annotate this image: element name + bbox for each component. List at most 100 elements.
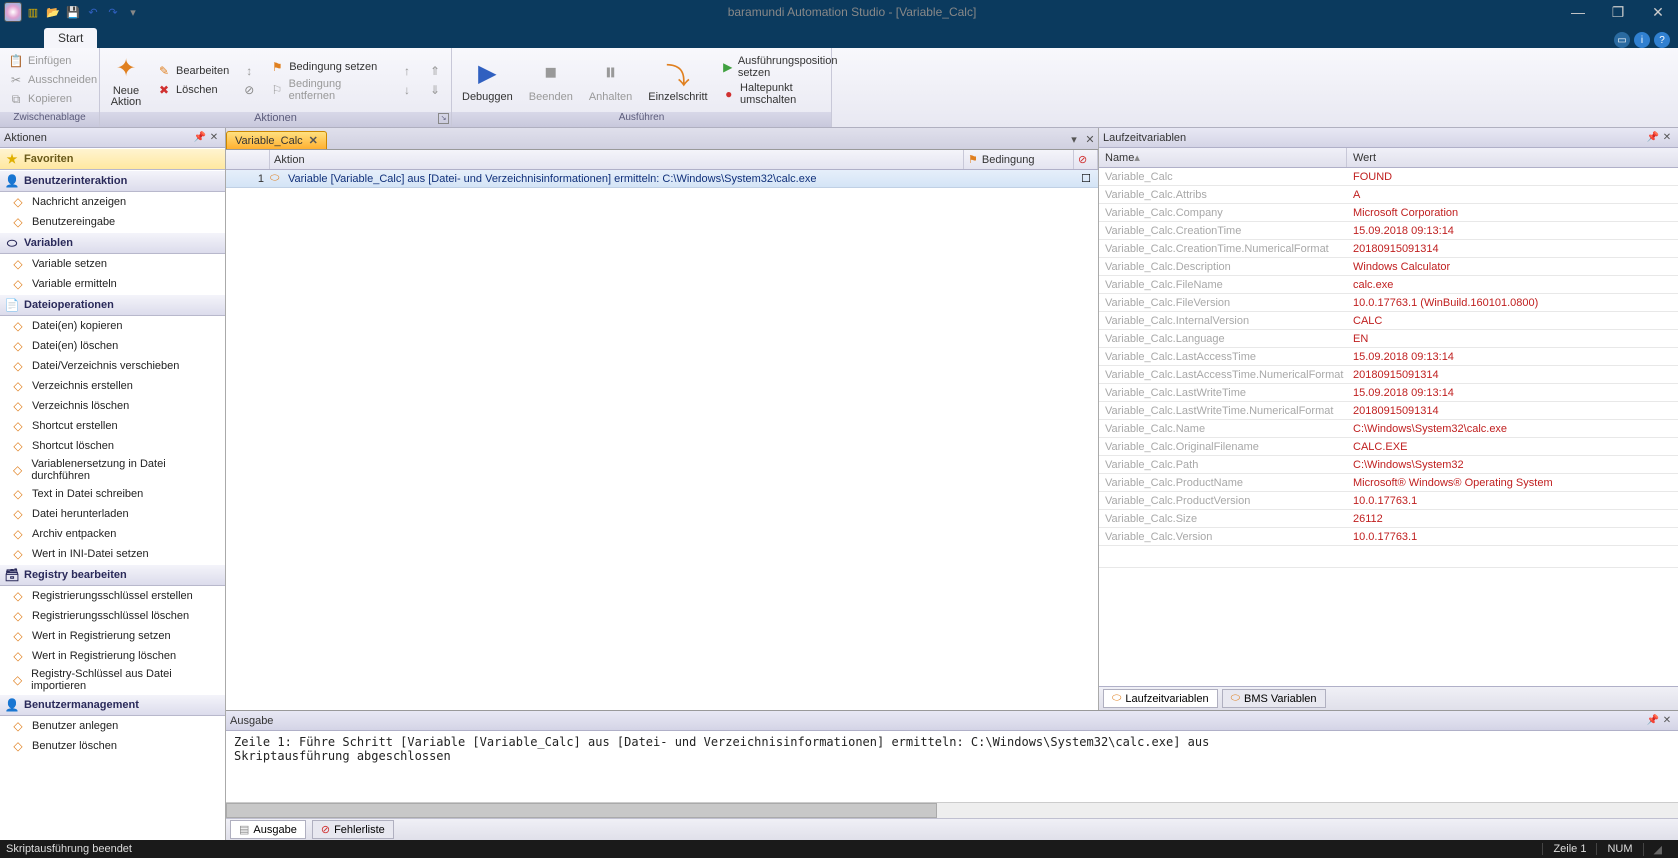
sidebar-section[interactable]: 📄Dateioperationen <box>0 294 225 316</box>
window-list-icon[interactable]: ▭ <box>1614 32 1630 48</box>
arrow-up-button[interactable]: ↑ <box>395 62 419 80</box>
sidebar-item[interactable]: ◇Datei herunterladen <box>0 504 225 524</box>
maximize-button[interactable]: ❐ <box>1598 0 1638 24</box>
sidebar-item[interactable]: ◇Registrierungsschlüssel löschen <box>0 606 225 626</box>
info-icon[interactable]: i <box>1634 32 1650 48</box>
sidebar-item[interactable]: ◇Verzeichnis löschen <box>0 396 225 416</box>
redo-icon[interactable]: ↷ <box>104 3 122 21</box>
variable-row[interactable]: Variable_Calc.FileNamecalc.exe <box>1099 276 1678 294</box>
sidebar-item[interactable]: ◇Variablenersetzung in Datei durchführen <box>0 456 225 484</box>
sidebar-item[interactable]: ◇Archiv entpacken <box>0 524 225 544</box>
variable-row[interactable]: Variable_Calc.FileVersion10.0.17763.1 (W… <box>1099 294 1678 312</box>
vars-grid-body[interactable]: Variable_CalcFOUNDVariable_Calc.AttribsA… <box>1099 168 1678 686</box>
col-num[interactable] <box>226 150 270 169</box>
sidebar-item[interactable]: ◇Wert in Registrierung löschen <box>0 646 225 666</box>
sidebar-item[interactable]: ◇Datei/Verzeichnis verschieben <box>0 356 225 376</box>
edit-button[interactable]: ✎Bearbeiten <box>152 62 233 80</box>
condition-set-button[interactable]: ⚑Bedingung setzen <box>265 58 391 76</box>
open-icon[interactable]: 📂 <box>44 3 62 21</box>
close-button[interactable]: ✕ <box>1638 0 1678 24</box>
step-button[interactable]: ⤵Einzelschritt <box>642 55 713 105</box>
col-checkbox[interactable]: ⊘ <box>1074 150 1098 169</box>
sidebar-item[interactable]: ◇Benutzer löschen <box>0 736 225 756</box>
output-scrollbar[interactable] <box>226 802 1678 818</box>
copy-button[interactable]: ⧉Kopieren <box>4 90 101 108</box>
close-panel-icon[interactable]: ✕ <box>207 131 221 145</box>
sidebar-item[interactable]: ◇Wert in Registrierung setzen <box>0 626 225 646</box>
tab-output[interactable]: ▤Ausgabe <box>230 820 306 839</box>
close-panel-icon[interactable]: ✕ <box>1660 131 1674 145</box>
col-value[interactable]: Wert <box>1347 148 1678 167</box>
sidebar-item[interactable]: ◇Benutzereingabe <box>0 212 225 232</box>
new-action-button[interactable]: ✦ Neue Aktion <box>104 50 148 110</box>
scrollbar-thumb[interactable] <box>226 803 937 818</box>
variable-row[interactable]: Variable_Calc.CompanyMicrosoft Corporati… <box>1099 204 1678 222</box>
script-body[interactable]: 1⬭Variable [Variable_Calc] aus [Datei- u… <box>226 170 1098 710</box>
arrow-down-button[interactable]: ↓ <box>395 81 419 99</box>
row-checkbox[interactable]: ☐ <box>1074 172 1098 185</box>
close-panel-icon[interactable]: ✕ <box>1660 714 1674 728</box>
variable-row[interactable]: Variable_Calc.LastWriteTime15.09.2018 09… <box>1099 384 1678 402</box>
sidebar-item[interactable]: ◇Nachricht anzeigen <box>0 192 225 212</box>
variable-row[interactable]: Variable_Calc.LastAccessTime.NumericalFo… <box>1099 366 1678 384</box>
sidebar-item[interactable]: ◇Registrierungsschlüssel erstellen <box>0 586 225 606</box>
tab-runtime-vars[interactable]: ⬭Laufzeitvariablen <box>1103 689 1218 708</box>
sidebar-item[interactable]: ◇Wert in INI-Datei setzen <box>0 544 225 564</box>
arrow-up2-button[interactable]: ⇑ <box>423 62 447 80</box>
output-text[interactable]: Zeile 1: Führe Schritt [Variable [Variab… <box>226 731 1678 802</box>
variable-row[interactable]: Variable_Calc.OriginalFilenameCALC.EXE <box>1099 438 1678 456</box>
sidebar-section[interactable]: 👤Benutzermanagement <box>0 694 225 716</box>
condition-remove-button[interactable]: ⚐Bedingung entfernen <box>265 77 391 103</box>
arrow-down2-button[interactable]: ⇓ <box>423 81 447 99</box>
tab-bms-vars[interactable]: ⬭BMS Variablen <box>1222 689 1326 708</box>
help-icon[interactable]: ? <box>1654 32 1670 48</box>
variable-row[interactable]: Variable_Calc.LastWriteTime.NumericalFor… <box>1099 402 1678 420</box>
variable-row[interactable]: Variable_Calc.LanguageEN <box>1099 330 1678 348</box>
move-up-button[interactable]: ↕ <box>237 62 261 80</box>
variable-row[interactable]: Variable_Calc.ProductVersion10.0.17763.1 <box>1099 492 1678 510</box>
variable-row[interactable]: Variable_Calc.AttribsA <box>1099 186 1678 204</box>
tab-dropdown-icon[interactable]: ▾ <box>1066 133 1082 149</box>
save-icon[interactable]: 💾 <box>64 3 82 21</box>
delete-button[interactable]: ✖Löschen <box>152 81 233 99</box>
variable-row[interactable]: Variable_Calc.LastAccessTime15.09.2018 0… <box>1099 348 1678 366</box>
set-exec-pos-button[interactable]: ▶Ausführungsposition setzen <box>718 54 846 80</box>
variable-row[interactable]: Variable_Calc.Size26112 <box>1099 510 1678 528</box>
debug-button[interactable]: ▶Debuggen <box>456 55 519 105</box>
variable-row[interactable]: Variable_Calc.NameC:\Windows\System32\ca… <box>1099 420 1678 438</box>
toggle-breakpoint-button[interactable]: ●Haltepunkt umschalten <box>718 81 846 107</box>
sidebar-item[interactable]: ◇Variable setzen <box>0 254 225 274</box>
sidebar-item[interactable]: ◇Variable ermitteln <box>0 274 225 294</box>
app-orb[interactable] <box>4 3 22 21</box>
minimize-button[interactable]: — <box>1558 0 1598 24</box>
close-tab-icon[interactable]: ✕ <box>309 134 318 147</box>
col-action[interactable]: Aktion <box>270 150 964 169</box>
sidebar-section[interactable]: ⬭Variablen <box>0 232 225 254</box>
sidebar-item[interactable]: ◇Datei(en) kopieren <box>0 316 225 336</box>
pin-icon[interactable]: 📌 <box>1646 714 1660 728</box>
col-condition[interactable]: ⚑Bedingung <box>964 150 1074 169</box>
qat-dropdown-icon[interactable]: ▾ <box>124 3 142 21</box>
sidebar-item[interactable]: ◇Shortcut löschen <box>0 436 225 456</box>
pin-icon[interactable]: 📌 <box>193 131 207 145</box>
sidebar-item[interactable]: ◇Verzeichnis erstellen <box>0 376 225 396</box>
sidebar-section[interactable]: 🗃Registry bearbeiten <box>0 564 225 586</box>
resize-grip-icon[interactable]: ◢ <box>1643 843 1672 856</box>
sidebar-item[interactable]: ◇Datei(en) löschen <box>0 336 225 356</box>
script-row[interactable]: 1⬭Variable [Variable_Calc] aus [Datei- u… <box>226 170 1098 188</box>
tab-start[interactable]: Start <box>44 28 97 48</box>
pause-button[interactable]: ⏸Anhalten <box>583 55 638 105</box>
variable-row[interactable]: Variable_Calc.ProductNameMicrosoft® Wind… <box>1099 474 1678 492</box>
variable-row[interactable]: Variable_Calc.PathC:\Windows\System32 <box>1099 456 1678 474</box>
variable-row[interactable]: Variable_Calc.CreationTime.NumericalForm… <box>1099 240 1678 258</box>
variable-row[interactable]: Variable_CalcFOUND <box>1099 168 1678 186</box>
sidebar-item[interactable]: ◇Registry-Schlüssel aus Datei importiere… <box>0 666 225 694</box>
sidebar-item[interactable]: ◇Benutzer anlegen <box>0 716 225 736</box>
cut-button[interactable]: ✂Ausschneiden <box>4 71 101 89</box>
paste-button[interactable]: 📋Einfügen <box>4 52 101 70</box>
tab-errorlist[interactable]: ⊘Fehlerliste <box>312 820 394 839</box>
document-tab[interactable]: Variable_Calc ✕ <box>226 131 327 149</box>
new-icon[interactable]: ▥ <box>24 3 42 21</box>
col-name[interactable]: Name▴ <box>1099 148 1347 167</box>
variable-row[interactable]: Variable_Calc.DescriptionWindows Calcula… <box>1099 258 1678 276</box>
